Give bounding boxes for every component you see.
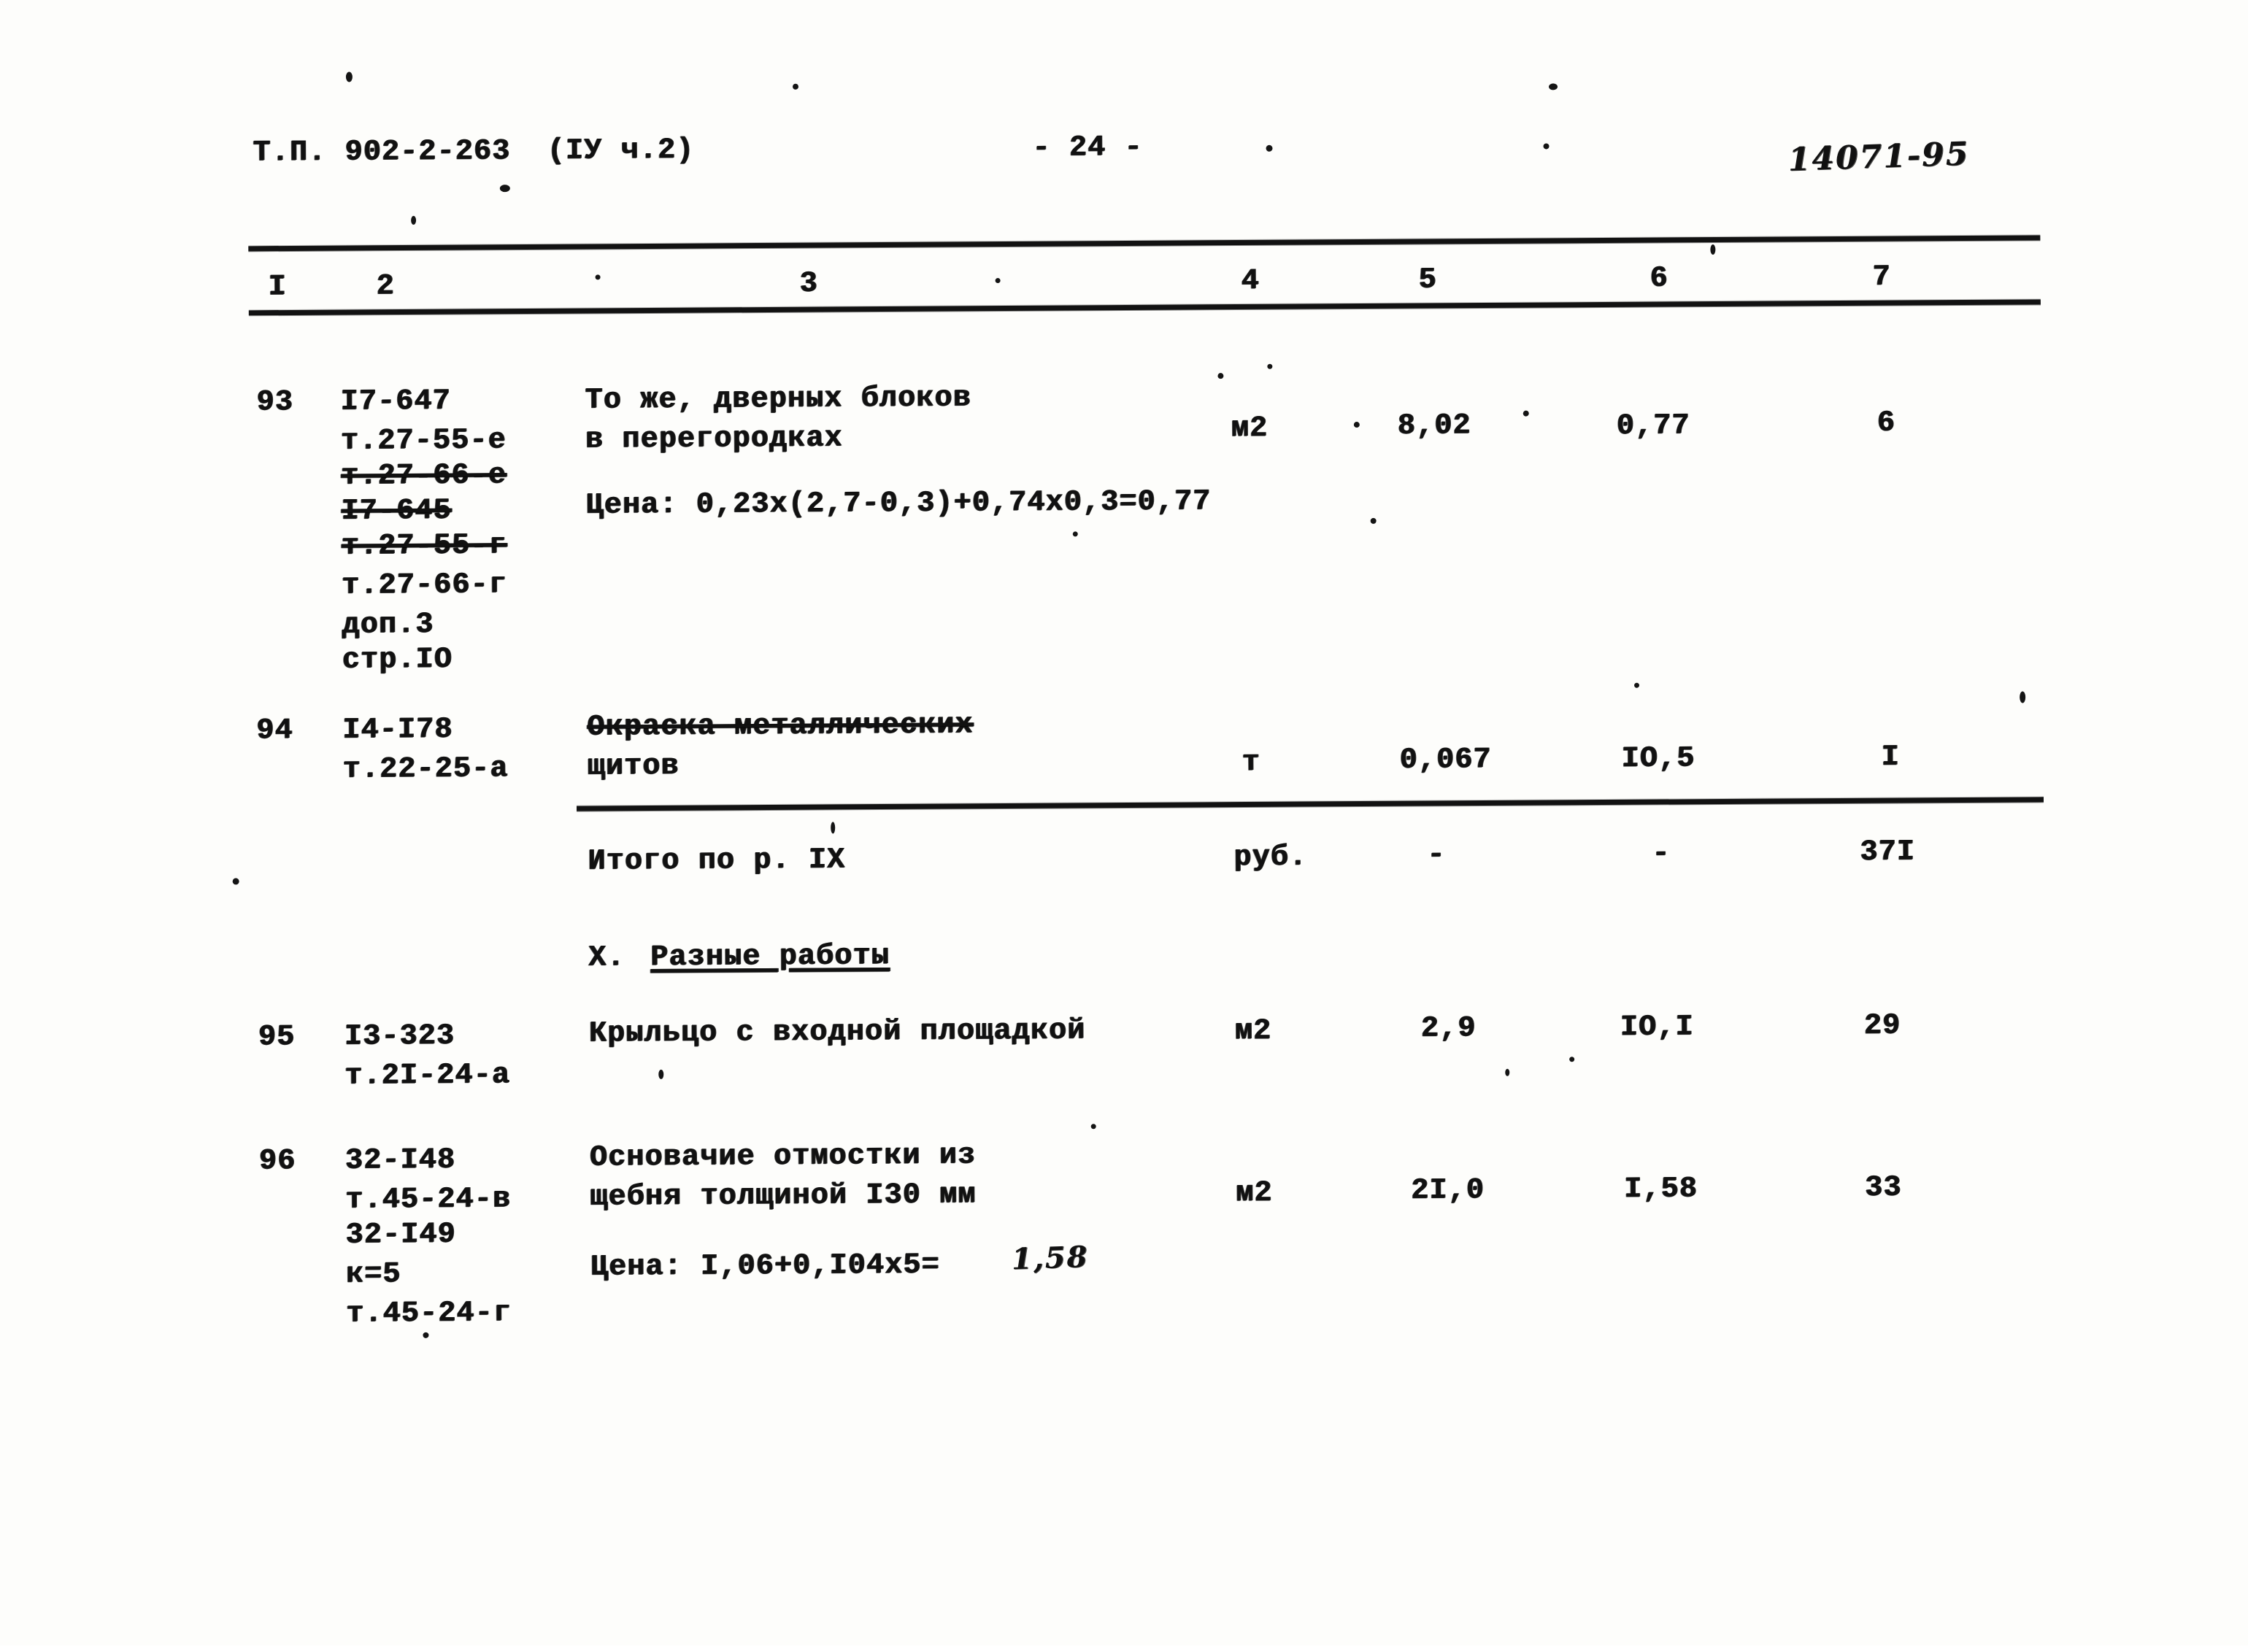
scan-speck	[792, 83, 799, 90]
row-93-unit: м2	[1231, 412, 1269, 446]
scan-speck	[2020, 691, 2026, 703]
row-94-number: 94	[256, 714, 293, 748]
archive-stamp-handwritten: 14071-95	[1787, 135, 1970, 179]
page-sheet: Т.П. 902-2-263 (IУ ч.2) - 24 - 14071-95 …	[0, 0, 2248, 1652]
subtotal-unit-price: -	[1652, 837, 1671, 871]
row-94-description-line-1: Окраска металлических	[587, 709, 974, 744]
row-93-code-6: т.27-66-г	[342, 568, 508, 603]
row-96-unit: м2	[1236, 1176, 1273, 1211]
scan-speck	[1710, 244, 1716, 255]
row-96-code-2: т.45-24-в	[345, 1183, 512, 1217]
row-95-total: 29	[1863, 1009, 1901, 1043]
row-94-quantity: 0,067	[1399, 743, 1492, 777]
section-title: Разные работы	[650, 939, 890, 974]
row-96-code-1: 32-I48	[344, 1143, 456, 1178]
subtotal-label: Итого по р. IX	[588, 844, 846, 879]
scan-speck	[1353, 422, 1360, 428]
scan-speck	[1267, 363, 1273, 369]
row-93-total: 6	[1876, 406, 1896, 440]
row-95-unit-price: IO,I	[1620, 1011, 1694, 1044]
subtotal-total: 37I	[1860, 835, 1916, 869]
row-93-unit-price: 0,77	[1616, 409, 1690, 443]
column-header-4: 4	[1241, 264, 1260, 298]
row-95-quantity: 2,9	[1420, 1012, 1477, 1046]
row-93-code-2: т.27-55-е	[340, 424, 507, 458]
scan-speck	[1090, 1124, 1096, 1130]
scanned-page: Т.П. 902-2-263 (IУ ч.2) - 24 - 14071-95 …	[0, 0, 2248, 1645]
page-number: - 24 -	[1032, 131, 1143, 165]
row-96-number: 96	[258, 1144, 296, 1178]
row-96-total: 33	[1865, 1171, 1902, 1205]
header-rule-top	[248, 235, 2041, 252]
row-93-description-line-2: в перегородках	[585, 422, 843, 457]
row-94-description-line-2: щитов	[587, 749, 680, 784]
scan-speck	[1266, 144, 1273, 152]
scan-speck	[658, 1069, 664, 1079]
row-94-code-2: т.22-25-а	[342, 752, 509, 787]
column-header-5: 5	[1418, 263, 1437, 297]
row-94-code-1: I4-I78	[342, 713, 453, 747]
column-header-2: 2	[376, 270, 396, 304]
column-header-1: I	[268, 270, 288, 304]
row-96-code-4: к=5	[345, 1258, 401, 1292]
column-header-7: 7	[1872, 260, 1891, 294]
row-94-unit: т	[1242, 746, 1261, 780]
scan-speck	[411, 215, 417, 225]
row-93-code-3: т.27-66-е	[341, 459, 507, 493]
row-95-description-line-1: Крыльцо с входной площадкой	[588, 1014, 1086, 1051]
subtotal-unit: руб.	[1233, 841, 1308, 875]
scan-speck	[1523, 410, 1529, 417]
row-93-code-7: доп.3	[342, 608, 434, 642]
row-96-description-line-1: Основачие отмостки из	[589, 1139, 977, 1175]
row-95-code-2: т.2I-24-а	[344, 1059, 511, 1093]
scan-speck	[831, 822, 836, 834]
scan-speck	[1370, 517, 1377, 524]
row-93-description-line-1: То же, дверных блоков	[585, 382, 972, 417]
row-93-price-formula: Цена: 0,23х(2,7-0,3)+0,74х0,3=0,77	[585, 485, 1212, 522]
scan-speck	[1505, 1068, 1510, 1076]
row-95-unit: м2	[1234, 1014, 1272, 1049]
scan-speck	[995, 278, 1001, 284]
scan-speck	[499, 185, 510, 193]
row-96-price-formula-handwritten: 1,58	[1011, 1239, 1090, 1277]
row-96-unit-price: I,58	[1624, 1173, 1698, 1206]
scan-speck	[595, 274, 601, 280]
scan-speck	[1548, 83, 1558, 90]
row-93-code-4: I7-645	[341, 494, 452, 528]
row-95-number: 95	[258, 1020, 296, 1054]
scan-speck	[423, 1332, 429, 1338]
row-96-price-formula-typed: Цена: I,06+0,I04х5=	[590, 1248, 940, 1284]
scan-speck	[345, 72, 353, 82]
row-94-unit-price: IO,5	[1621, 742, 1695, 776]
row-93-code-5: т.27-55-г	[341, 529, 507, 563]
column-header-3: 3	[799, 267, 819, 301]
row-96-quantity: 2I,0	[1411, 1173, 1485, 1208]
section-number: X.	[588, 941, 625, 975]
document-series-label: Т.П. 902-2-263 (IУ ч.2)	[253, 134, 695, 170]
scan-speck	[232, 878, 239, 885]
scan-speck	[1569, 1057, 1575, 1062]
row-95-code-1: I3-323	[344, 1019, 455, 1054]
row-96-code-3: 32-I49	[345, 1218, 456, 1252]
row-96-code-5: т.45-24-г	[346, 1297, 512, 1331]
row-93-quantity: 8,02	[1397, 409, 1471, 443]
row-93-code-8: стр.IO	[342, 643, 453, 677]
column-header-6: 6	[1650, 262, 1668, 296]
scan-speck	[1543, 143, 1550, 150]
row-94-total: I	[1881, 741, 1900, 774]
scan-speck	[1634, 682, 1640, 688]
row-93-number: 93	[256, 385, 294, 420]
subtotal-rule	[577, 797, 2044, 811]
scan-speck	[1217, 373, 1224, 379]
row-93-code-1: I7-647	[340, 385, 451, 419]
row-96-description-line-2: щебня толщиной I30 мм	[590, 1178, 977, 1214]
header-rule-bottom	[248, 299, 2041, 316]
scan-speck	[1072, 531, 1078, 537]
subtotal-quantity: -	[1427, 838, 1446, 872]
